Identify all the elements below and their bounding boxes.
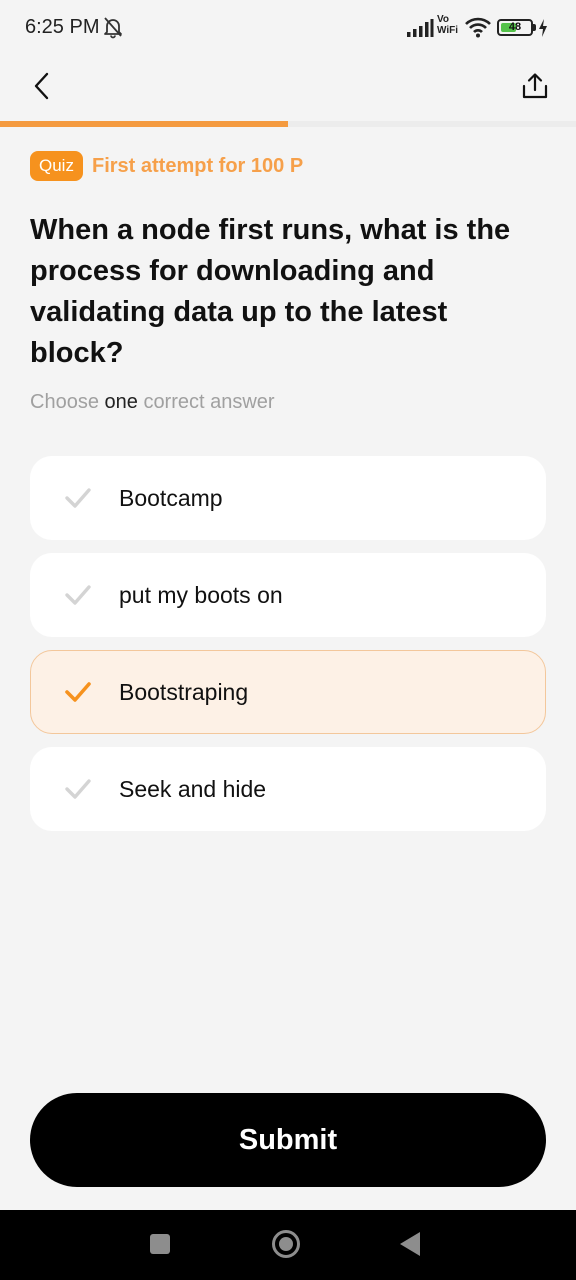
instruction-suffix: correct answer (143, 391, 275, 413)
checkmark-icon (65, 682, 91, 702)
quiz-badge: Quiz (30, 151, 83, 181)
share-upload-icon (522, 73, 548, 99)
charging-icon (539, 19, 547, 37)
system-navigation-bar (0, 1210, 576, 1280)
answer-option-label: put my boots on (119, 582, 283, 608)
answer-option-2[interactable]: put my boots on (30, 553, 546, 637)
cellular-signal-icon (407, 19, 434, 37)
answer-option-1[interactable]: Bootcamp (30, 456, 546, 540)
answer-option-4[interactable]: Seek and hide (30, 747, 546, 831)
wifi-icon (465, 17, 491, 38)
instruction-emphasis: one (104, 391, 138, 413)
back-button[interactable] (22, 66, 62, 106)
answer-instruction: Choose one correct answer (30, 388, 275, 416)
system-back-button[interactable] (398, 1230, 422, 1258)
answer-option-label: Bootcamp (119, 485, 223, 511)
vowifi-label: Vo WiFi (437, 14, 459, 36)
answer-option-label: Seek and hide (119, 776, 267, 802)
status-time: 6:25 PM (25, 16, 100, 38)
chevron-left-icon (34, 72, 49, 100)
instruction-prefix: Choose (30, 391, 99, 413)
checkmark-icon (65, 779, 91, 799)
answer-option-label: Bootstraping (119, 679, 249, 705)
battery-icon: 48 (497, 19, 533, 36)
battery-nub (533, 24, 536, 31)
attempt-reward-text: First attempt for 100 P (92, 155, 304, 177)
checkmark-icon (65, 585, 91, 605)
checkmark-icon (65, 488, 91, 508)
question-text: When a node first runs, what is the proc… (30, 214, 511, 369)
answer-option-3[interactable]: Bootstraping (30, 650, 546, 734)
quiz-progress-bar (0, 121, 576, 127)
submit-button[interactable]: Submit (30, 1093, 546, 1187)
status-bar: 6:25 PM Vo WiFi 48 (0, 0, 576, 58)
notifications-off-icon (104, 17, 122, 39)
home-button[interactable] (271, 1229, 301, 1259)
battery-level: 48 (508, 21, 522, 33)
recent-apps-button[interactable] (150, 1234, 170, 1254)
quiz-progress-fill (0, 121, 288, 127)
share-button[interactable] (514, 66, 556, 106)
